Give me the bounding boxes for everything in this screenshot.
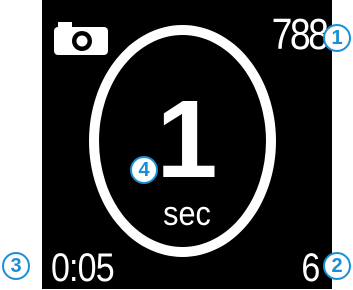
remaining-count: 6	[301, 246, 320, 290]
interval-unit: sec	[163, 195, 211, 233]
camera-icon	[54, 22, 108, 55]
callout-2: 2	[323, 252, 351, 280]
device-screen: 788 1 sec 0:05 6	[42, 0, 332, 289]
elapsed-time: 0:05	[51, 246, 115, 290]
callout-3: 3	[2, 252, 30, 280]
callout-1: 1	[323, 24, 351, 52]
shot-count: 788	[271, 10, 328, 59]
callout-4: 4	[130, 156, 158, 184]
